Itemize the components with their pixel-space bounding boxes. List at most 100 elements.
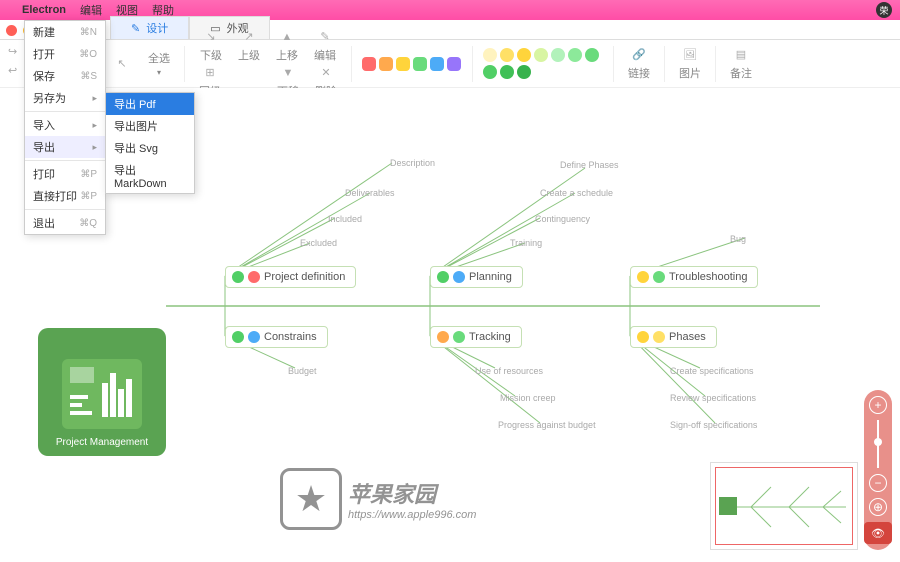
warn-icon	[637, 331, 649, 343]
check-icon	[437, 271, 449, 283]
same-icon: ⊞	[202, 65, 218, 81]
color-swatch[interactable]	[585, 48, 599, 62]
redo-icon[interactable]: ↪	[8, 45, 17, 58]
color-swatch[interactable]	[500, 48, 514, 62]
note-icon: ▤	[733, 47, 749, 63]
flag-icon	[453, 271, 465, 283]
edit-button[interactable]: ✎编辑	[310, 29, 340, 63]
menu-new[interactable]: 新建⌘N	[25, 21, 105, 43]
menu-app[interactable]: Electron	[22, 4, 66, 16]
color-swatch[interactable]	[362, 57, 376, 71]
color-swatch[interactable]	[534, 48, 548, 62]
tab-design[interactable]: ✎设计	[110, 16, 189, 39]
branch-label: Deliverables	[345, 188, 395, 198]
minimap[interactable]	[710, 462, 858, 550]
down-icon: ↘	[203, 29, 219, 45]
file-menu: 新建⌘N 打开⌘O 保存⌘S 另存为 导入 导出 打印⌘P 直接打印⌘P 退出⌘…	[24, 20, 106, 235]
branch-label: Use of resources	[475, 366, 543, 376]
moveup-icon: ▲	[279, 29, 295, 45]
color-boxes[interactable]	[362, 57, 462, 71]
color-swatch[interactable]	[379, 57, 393, 71]
image-button[interactable]: 🖼图片	[675, 47, 705, 81]
zoom-out-button[interactable]: −	[869, 474, 887, 492]
color-swatch[interactable]	[483, 65, 497, 79]
color-swatch[interactable]	[551, 48, 565, 62]
color-dots[interactable]	[483, 48, 603, 79]
zoom-in-button[interactable]: +	[869, 396, 887, 414]
node-troubleshooting[interactable]: Troubleshooting	[630, 266, 758, 288]
link-button[interactable]: 🔗链接	[624, 47, 654, 81]
flag-icon	[248, 331, 260, 343]
note-button[interactable]: ▤备注	[726, 47, 756, 81]
delete-icon: ✕	[318, 65, 334, 81]
check-icon	[232, 271, 244, 283]
menu-print-direct[interactable]: 直接打印⌘P	[25, 185, 105, 207]
menu-edit[interactable]: 编辑	[80, 2, 102, 18]
menu-import[interactable]: 导入	[25, 114, 105, 136]
level-down-button[interactable]: ↘下级	[196, 29, 226, 63]
zoom-controls: + − ⊕ 👁	[864, 390, 892, 550]
branch-label: Bug	[730, 234, 746, 244]
menu-open[interactable]: 打开⌘O	[25, 43, 105, 65]
color-swatch[interactable]	[500, 65, 514, 79]
color-swatch[interactable]	[413, 57, 427, 71]
export-pdf[interactable]: 导出 Pdf	[106, 93, 194, 115]
branch-label: Budget	[288, 366, 317, 376]
color-swatch[interactable]	[396, 57, 410, 71]
node-tracking[interactable]: Tracking	[430, 326, 522, 348]
check-icon	[232, 331, 244, 343]
color-swatch[interactable]	[517, 48, 531, 62]
branch-label: Sign-off specifications	[670, 420, 757, 430]
node-constrains[interactable]: Constrains	[225, 326, 328, 348]
close-icon[interactable]	[6, 25, 17, 36]
export-markdown[interactable]: 导出 MarkDown	[106, 159, 194, 193]
toggle-minimap-button[interactable]: 👁	[864, 522, 892, 544]
quick-toolbar: ↪ ↩	[8, 45, 17, 77]
pencil-icon: ✎	[131, 22, 140, 35]
branch-label: Progress against budget	[498, 420, 596, 430]
select-all-button[interactable]: 全选▾	[144, 50, 174, 77]
branch-label: Create a schedule	[540, 188, 613, 198]
color-swatch[interactable]	[517, 65, 531, 79]
menu-saveas[interactable]: 另存为	[25, 87, 105, 109]
color-swatch[interactable]	[447, 57, 461, 71]
zoom-slider[interactable]	[877, 420, 879, 468]
undo-icon[interactable]: ↩	[8, 64, 17, 77]
flag-icon	[653, 271, 665, 283]
flag-icon	[653, 331, 665, 343]
color-swatch[interactable]	[430, 57, 444, 71]
node-project-definition[interactable]: Project definition	[225, 266, 356, 288]
flag-icon	[453, 331, 465, 343]
branch-label: Continguency	[535, 214, 590, 224]
zoom-fit-button[interactable]: ⊕	[869, 498, 887, 516]
root-node[interactable]: Project Management	[38, 328, 166, 456]
movedown-icon: ▼	[280, 65, 296, 81]
level-up-button[interactable]: ↗上级	[234, 29, 264, 63]
export-svg[interactable]: 导出 Svg	[106, 137, 194, 159]
export-submenu: 导出 Pdf 导出图片 导出 Svg 导出 MarkDown	[105, 92, 195, 194]
menu-print[interactable]: 打印⌘P	[25, 163, 105, 185]
minimap-lines	[711, 463, 859, 551]
node-phases[interactable]: Phases	[630, 326, 717, 348]
branch-label: Included	[328, 214, 362, 224]
user-icon[interactable]: 荣	[876, 2, 892, 18]
branch-label: Review specifications	[670, 393, 756, 403]
node-planning[interactable]: Planning	[430, 266, 523, 288]
image-icon: 🖼	[682, 47, 698, 63]
warn-icon	[437, 331, 449, 343]
branch-label: Define Phases	[560, 160, 619, 170]
chart-icon	[62, 359, 142, 429]
branch-label: Excluded	[300, 238, 337, 248]
cursor-button[interactable]: ↖	[110, 56, 134, 72]
branch-label: Create specifications	[670, 366, 754, 376]
menu-save[interactable]: 保存⌘S	[25, 65, 105, 87]
color-swatch[interactable]	[568, 48, 582, 62]
link-icon: 🔗	[631, 47, 647, 63]
menu-exit[interactable]: 退出⌘Q	[25, 212, 105, 234]
ribbon-tabs: ✎设计 ▭外观	[0, 20, 900, 40]
move-up-button[interactable]: ▲上移	[272, 29, 302, 63]
warn-icon	[637, 271, 649, 283]
menu-export[interactable]: 导出	[25, 136, 105, 158]
export-image[interactable]: 导出图片	[106, 115, 194, 137]
color-swatch[interactable]	[483, 48, 497, 62]
